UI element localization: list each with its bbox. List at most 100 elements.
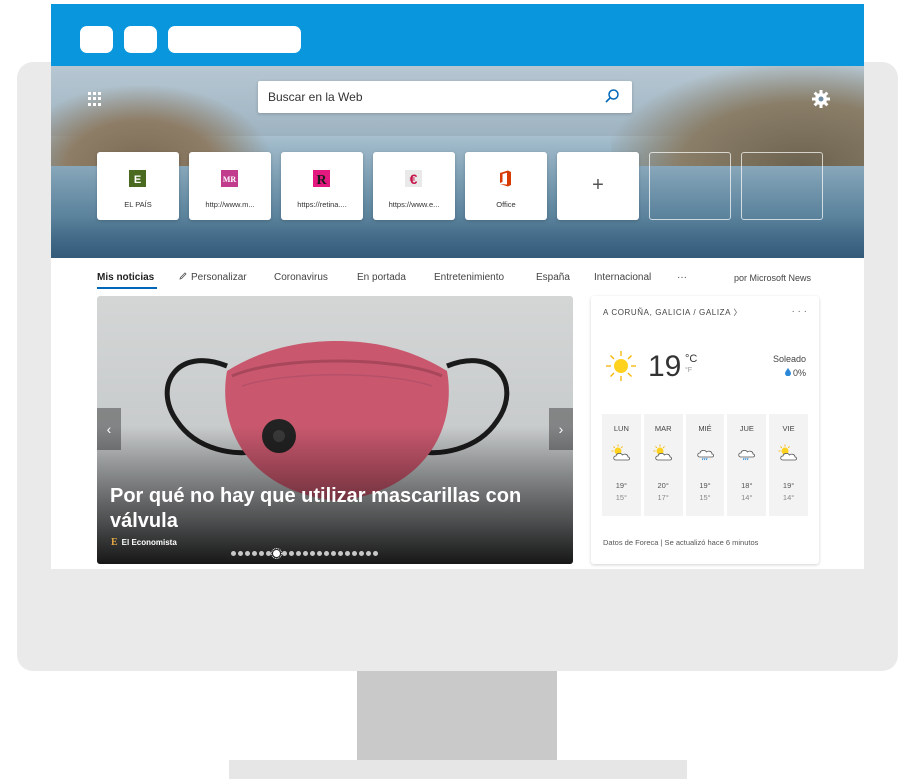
forecast-day-name: JUE [739, 424, 754, 433]
carousel-dot[interactable] [245, 551, 250, 556]
weather-more-button[interactable]: · · · [791, 306, 807, 317]
quick-link-label: https://www.e... [388, 200, 440, 209]
carousel-prev-button[interactable]: ‹ [97, 408, 121, 450]
browser-control-button[interactable] [80, 26, 113, 53]
carousel-dot[interactable] [271, 548, 282, 559]
carousel-dot[interactable] [259, 551, 264, 556]
nav-tab-en-portada[interactable]: En portada [357, 272, 406, 283]
carousel-dot[interactable] [252, 551, 257, 556]
news-source[interactable]: E El Economista [111, 537, 177, 548]
browser-tab[interactable] [168, 26, 301, 53]
nav-tab-mis-noticias[interactable]: Mis noticias [97, 272, 154, 283]
news-source-label: El Economista [121, 538, 177, 547]
empty-quick-link-slot[interactable] [649, 152, 731, 220]
current-temperature: 19 [648, 350, 682, 383]
nav-tab-coronavirus[interactable]: Coronavirus [274, 272, 328, 283]
weather-precipitation: 0% [784, 368, 806, 378]
browser-control-button[interactable] [124, 26, 157, 53]
featured-news-card[interactable]: ‹ › Por qué no hay que utilizar mascaril… [97, 296, 573, 564]
search-icon[interactable] [604, 88, 620, 104]
carousel-dot[interactable] [373, 551, 378, 556]
rain-cloud-icon [696, 450, 714, 461]
app-launcher-icon[interactable] [88, 92, 102, 106]
forecast-day-name: MIÉ [698, 424, 712, 433]
quick-link-retina[interactable]: R https://retina.... [281, 152, 363, 220]
monitor-stand-neck [357, 671, 557, 761]
precip-value: 0% [792, 368, 806, 378]
nav-tab-internacional[interactable]: Internacional [594, 272, 651, 283]
el-economista-logo-icon: E [111, 537, 118, 548]
background-image: Buscar en la Web E EL PAÍS MR http://www… [51, 66, 864, 258]
forecast-high: 20° [657, 481, 669, 490]
carousel-dot[interactable] [266, 551, 271, 556]
new-tab-page: Buscar en la Web E EL PAÍS MR http://www… [51, 66, 864, 569]
news-nav: Mis noticias Personalizar Coronavirus En… [51, 258, 864, 296]
carousel-dot[interactable] [345, 551, 350, 556]
svg-text:€: € [410, 171, 418, 187]
add-quick-link-button[interactable]: + [557, 152, 639, 220]
partly-sunny-icon [611, 444, 630, 461]
quick-link-label: Office [496, 200, 516, 209]
forecast-day[interactable]: VIE 19° 14° [769, 414, 808, 516]
quick-link-label: http://www.m... [205, 200, 255, 209]
quick-link-label: https://retina.... [297, 200, 347, 209]
forecast-high: 19° [782, 481, 795, 490]
carousel-dot[interactable] [231, 551, 236, 556]
carousel-dot[interactable] [359, 551, 364, 556]
carousel-dot[interactable] [238, 551, 243, 556]
carousel-dot[interactable] [331, 551, 336, 556]
news-headline[interactable]: Por qué no hay que utilizar mascarillas … [110, 484, 550, 534]
expansion-logo-icon: € [405, 170, 422, 187]
forecast-low: 17° [657, 493, 669, 502]
carousel-dot[interactable] [338, 551, 343, 556]
quick-link-expansion[interactable]: € https://www.e... [373, 152, 455, 220]
quick-link-mr[interactable]: MR http://www.m... [189, 152, 271, 220]
nav-more-button[interactable]: ··· [677, 272, 687, 283]
pencil-icon [179, 272, 187, 280]
weather-footer[interactable]: Datos de Foreca | Se actualizó hace 6 mi… [603, 538, 758, 547]
weather-card[interactable]: A CORUÑA, GALICIA / GALIZA 〉 · · · 19 °C… [591, 296, 819, 564]
nav-tab-entretenimiento[interactable]: Entretenimiento [434, 272, 504, 283]
mr-logo-icon: MR [221, 170, 238, 187]
forecast-day[interactable]: MIÉ 19° 15° [685, 414, 725, 516]
forecast-low: 15° [699, 493, 711, 502]
web-search-box[interactable]: Buscar en la Web [258, 81, 632, 113]
carousel-dot[interactable] [366, 551, 371, 556]
carousel-dot[interactable] [352, 551, 357, 556]
forecast-day-name: MAR [654, 424, 672, 433]
forecast-low: 14° [741, 493, 753, 502]
carousel-dot[interactable] [296, 551, 301, 556]
background-shore [51, 216, 864, 258]
unit-celsius[interactable]: °C [685, 353, 697, 365]
forecast-high: 18° [741, 481, 753, 490]
carousel-next-button[interactable]: › [549, 408, 573, 450]
rain-cloud-icon [738, 450, 756, 461]
powered-by-label[interactable]: por Microsoft News [734, 273, 811, 283]
forecast-low: 15° [615, 493, 628, 502]
partly-sunny-icon [778, 444, 798, 461]
carousel-dot[interactable] [303, 551, 308, 556]
weather-forecast: LUN 19° 15° MAR 20° 17° MIÉ 19° 15° JUE … [602, 414, 808, 516]
nav-tab-label: Personalizar [191, 272, 247, 283]
gear-icon[interactable] [811, 89, 831, 109]
quick-link-el-pais[interactable]: E EL PAÍS [97, 152, 179, 220]
nav-tab-personalizar[interactable]: Personalizar [179, 272, 247, 283]
search-input[interactable]: Buscar en la Web [268, 90, 363, 104]
carousel-dot[interactable] [317, 551, 322, 556]
carousel-dot[interactable] [310, 551, 315, 556]
carousel-dot[interactable] [282, 551, 287, 556]
carousel-dot[interactable] [289, 551, 294, 556]
forecast-day[interactable]: MAR 20° 17° [643, 414, 683, 516]
active-tab-indicator [97, 287, 157, 289]
weather-location[interactable]: A CORUÑA, GALICIA / GALIZA 〉 [603, 307, 742, 318]
unit-fahrenheit[interactable]: °F [685, 367, 692, 374]
empty-quick-link-slot[interactable] [741, 152, 823, 220]
quick-link-office[interactable]: Office [465, 152, 547, 220]
monitor-stand-base [229, 760, 687, 779]
forecast-day[interactable]: LUN 19° 15° [602, 414, 641, 516]
raindrop-icon [784, 368, 791, 376]
forecast-day[interactable]: JUE 18° 14° [727, 414, 767, 516]
forecast-high: 19° [699, 481, 711, 490]
nav-tab-espana[interactable]: España [536, 272, 570, 283]
carousel-dot[interactable] [324, 551, 329, 556]
